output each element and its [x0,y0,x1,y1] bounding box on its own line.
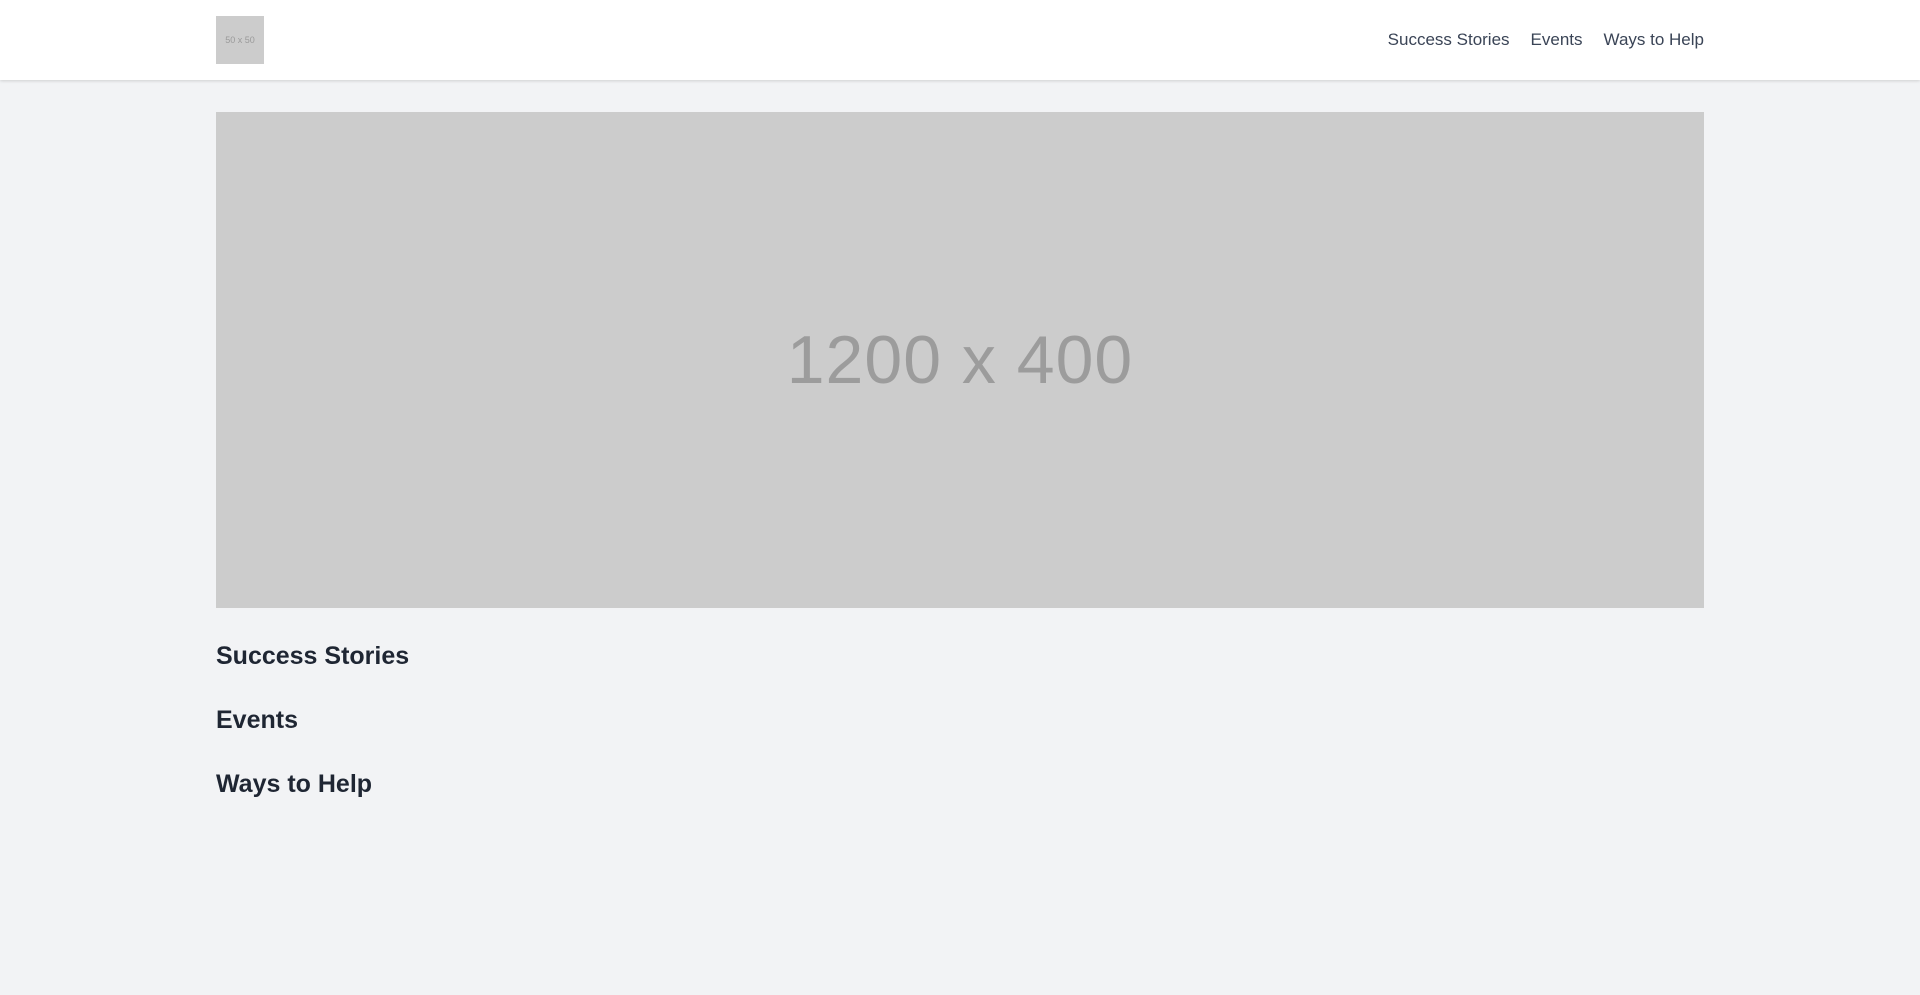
ways-to-help-heading: Ways to Help [216,770,373,798]
nav-link-events[interactable]: Events [1531,30,1583,50]
main-nav: Success Stories Events Ways to Help [1388,0,1704,80]
hero-image-placeholder: 1200 x 400 [216,112,1704,608]
site-header: 50 x 50 Success Stories Events Ways to H… [0,0,1920,80]
events-heading: Events [216,706,298,734]
nav-link-ways-to-help[interactable]: Ways to Help [1604,30,1704,50]
logo-placeholder-text: 50 x 50 [225,35,255,45]
logo-placeholder[interactable]: 50 x 50 [216,16,264,64]
nav-link-success-stories[interactable]: Success Stories [1388,30,1510,50]
hero-placeholder-text: 1200 x 400 [786,322,1134,398]
success-stories-heading: Success Stories [216,642,410,670]
